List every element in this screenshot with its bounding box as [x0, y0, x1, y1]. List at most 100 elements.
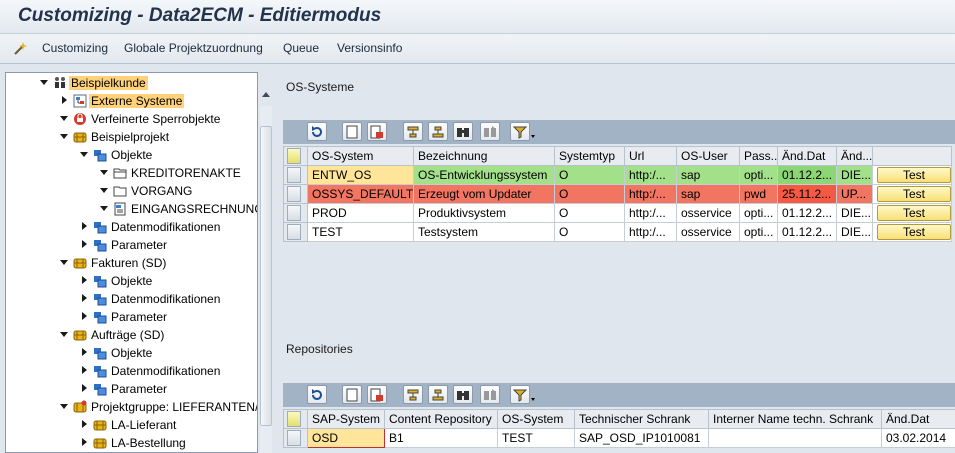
- table-cell[interactable]: O: [554, 222, 625, 242]
- column-header[interactable]: Technischer Schrank: [574, 409, 709, 429]
- table-cell[interactable]: sap: [676, 165, 740, 185]
- table-row[interactable]: PROD Produktivsystem Ohttp:/... osservice op…: [283, 203, 952, 223]
- row-selector[interactable]: [283, 184, 308, 204]
- scroll-up-arrow-icon[interactable]: [262, 92, 270, 97]
- tree-item[interactable]: VORGANG: [6, 182, 257, 200]
- test-button[interactable]: Test: [877, 205, 951, 221]
- tree-item[interactable]: EINGANGSRECHNUNG: [6, 200, 257, 218]
- tree-item[interactable]: Datenmodifikationen: [6, 218, 257, 236]
- table-cell[interactable]: O: [554, 165, 625, 185]
- table-row[interactable]: OSSYS_DEFAULT Erzeugt vom Updater Ohttp:/.…: [283, 184, 952, 204]
- dropdown-arrow-icon[interactable]: [531, 398, 535, 401]
- find-next-button[interactable]: [480, 122, 500, 141]
- refresh-button[interactable]: [307, 122, 327, 141]
- filter-button[interactable]: [510, 385, 535, 404]
- column-header[interactable]: Änd.Dat: [881, 409, 955, 429]
- column-header[interactable]: Interner Name techn. Schrank: [708, 409, 882, 429]
- find-next-button[interactable]: [480, 385, 500, 404]
- table-cell[interactable]: [708, 428, 882, 448]
- table-cell[interactable]: http:/...: [624, 203, 677, 223]
- collapsed-arrow-icon[interactable]: [80, 240, 88, 248]
- expanded-arrow-icon[interactable]: [60, 114, 68, 122]
- collapsed-arrow-icon[interactable]: [80, 348, 88, 356]
- tree-item[interactable]: Beispielkunde: [6, 74, 257, 92]
- table-cell[interactable]: 25.11.2...: [777, 184, 837, 204]
- column-header[interactable]: OS-System: [497, 409, 575, 429]
- sort-descending-button[interactable]: [428, 385, 448, 404]
- select-all-icon[interactable]: [283, 146, 308, 166]
- row-selector[interactable]: [283, 165, 308, 185]
- table-cell[interactable]: Erzeugt vom Updater: [413, 184, 555, 204]
- tree-item[interactable]: LA-Bestellung: [6, 434, 257, 452]
- collapsed-arrow-icon[interactable]: [80, 366, 88, 374]
- scroll-track[interactable]: [260, 106, 272, 453]
- expanded-arrow-icon[interactable]: [100, 168, 108, 176]
- tree-item[interactable]: Parameter: [6, 380, 257, 398]
- expanded-arrow-icon[interactable]: [80, 150, 88, 158]
- column-header[interactable]: Content Repository: [384, 409, 498, 429]
- column-header[interactable]: Bezeichnung: [413, 146, 555, 166]
- menu-queue[interactable]: Queue: [283, 41, 319, 55]
- table-cell[interactable]: http:/...: [624, 184, 677, 204]
- collapsed-arrow-icon[interactable]: [80, 438, 88, 446]
- new-entry-button[interactable]: [342, 385, 362, 404]
- table-cell[interactable]: opti...: [739, 165, 778, 185]
- expanded-arrow-icon[interactable]: [100, 204, 108, 212]
- find-button[interactable]: [453, 385, 473, 404]
- table-cell[interactable]: TEST: [497, 428, 575, 448]
- table-cell[interactable]: osservice: [676, 222, 740, 242]
- expanded-arrow-icon[interactable]: [100, 186, 108, 194]
- dropdown-arrow-icon[interactable]: [531, 135, 535, 138]
- table-cell[interactable]: opti...: [739, 222, 778, 242]
- sort-ascending-button[interactable]: [403, 385, 423, 404]
- select-all-icon[interactable]: [283, 409, 308, 429]
- new-entry-button[interactable]: [342, 122, 362, 141]
- expanded-arrow-icon[interactable]: [60, 258, 68, 266]
- table-row[interactable]: TEST Testsystem Ohttp:/... osservice opti...…: [283, 222, 952, 242]
- table-cell[interactable]: ENTW_OS: [307, 165, 414, 185]
- table-cell[interactable]: http:/...: [624, 222, 677, 242]
- table-cell[interactable]: http:/...: [624, 165, 677, 185]
- table-cell[interactable]: DIE...: [836, 203, 873, 223]
- sort-descending-button[interactable]: [428, 122, 448, 141]
- tree-item[interactable]: Datenmodifikationen: [6, 362, 257, 380]
- menu-versionsinfo[interactable]: Versionsinfo: [337, 41, 402, 55]
- table-cell[interactable]: Produktivsystem: [413, 203, 555, 223]
- tree-item[interactable]: Aufträge (SD): [6, 326, 257, 344]
- table-row[interactable]: ENTW_OS OS-Entwicklungssystem Ohttp:/... sa…: [283, 165, 952, 185]
- table-cell[interactable]: sap: [676, 184, 740, 204]
- expanded-arrow-icon[interactable]: [60, 132, 68, 140]
- column-header[interactable]: OS-System: [307, 146, 414, 166]
- tree-item[interactable]: LA-Lieferant: [6, 416, 257, 434]
- tree-item[interactable]: Objekte: [6, 272, 257, 290]
- tree-item[interactable]: Parameter: [6, 236, 257, 254]
- tree-item[interactable]: Parameter: [6, 308, 257, 326]
- table-cell[interactable]: 01.12.2...: [777, 165, 837, 185]
- table-cell[interactable]: TEST: [307, 222, 414, 242]
- delete-entry-button[interactable]: [367, 385, 387, 404]
- table-cell[interactable]: PROD: [307, 203, 414, 223]
- table-cell[interactable]: DIE...: [836, 222, 873, 242]
- table-cell[interactable]: SAP_OSD_IP1010081: [574, 428, 709, 448]
- table-cell[interactable]: O: [554, 203, 625, 223]
- table-cell[interactable]: OSSYS_DEFAULT: [307, 184, 414, 204]
- delete-entry-button[interactable]: [367, 122, 387, 141]
- collapsed-arrow-icon[interactable]: [80, 420, 88, 428]
- table-cell[interactable]: 01.12.2...: [777, 203, 837, 223]
- table-cell[interactable]: 01.12.2...: [777, 222, 837, 242]
- find-button[interactable]: [453, 122, 473, 141]
- table-cell[interactable]: osservice: [676, 203, 740, 223]
- column-header[interactable]: Änd.Dat: [777, 146, 837, 166]
- table-row[interactable]: OSD B1 TEST SAP_OSD_IP1010081 03.02.2014: [283, 428, 955, 448]
- test-button[interactable]: Test: [877, 186, 951, 202]
- tree-item[interactable]: KREDITORENAKTE: [6, 164, 257, 182]
- refresh-button[interactable]: [307, 385, 327, 404]
- tree-scrollbar[interactable]: [260, 88, 272, 453]
- tree-item[interactable]: Projektgruppe: LIEFERANTEN/: [6, 398, 257, 416]
- column-header[interactable]: Pass...: [739, 146, 778, 166]
- tree-item[interactable]: Externe Systeme: [6, 92, 257, 110]
- row-selector[interactable]: [283, 428, 308, 448]
- table-cell[interactable]: Testsystem: [413, 222, 555, 242]
- tree-item[interactable]: Objekte: [6, 146, 257, 164]
- expanded-arrow-icon[interactable]: [60, 402, 68, 410]
